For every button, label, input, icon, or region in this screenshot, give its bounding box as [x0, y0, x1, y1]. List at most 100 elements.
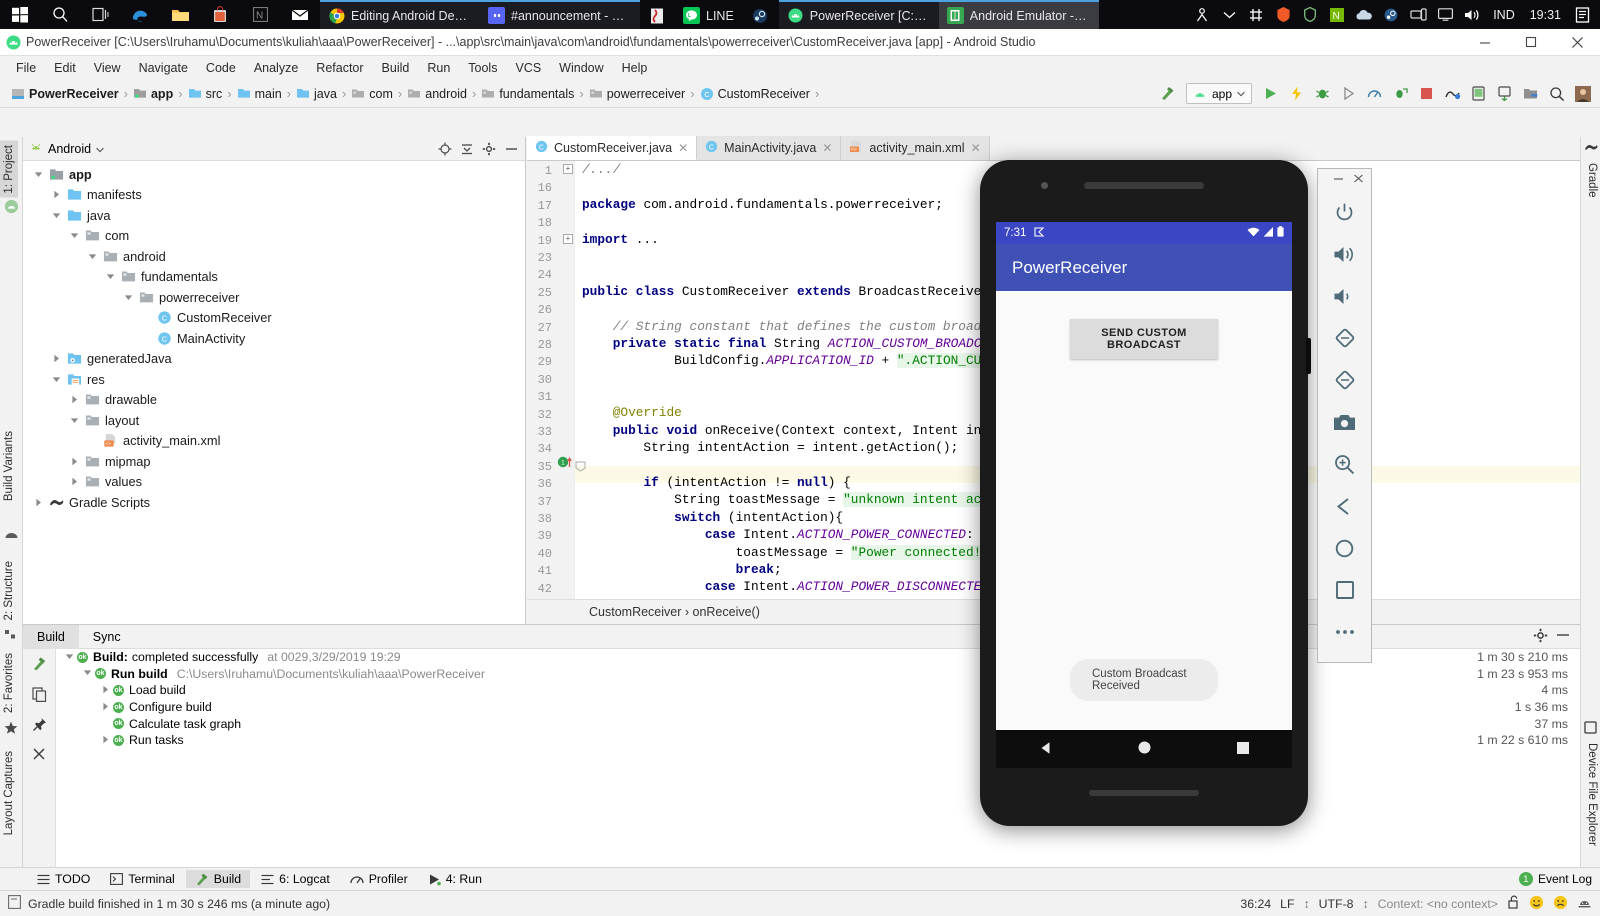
tree-node-manifests[interactable]: manifests — [23, 185, 525, 206]
tool-button-todo[interactable]: TODO — [28, 870, 99, 888]
menu-navigate[interactable]: Navigate — [131, 58, 196, 78]
recents-square-icon[interactable] — [1236, 741, 1250, 758]
chevron-right-icon[interactable] — [100, 735, 110, 746]
tool-button-layout-captures[interactable]: Layout Captures — [0, 747, 18, 839]
store-icon[interactable] — [200, 0, 240, 29]
menu-code[interactable]: Code — [198, 58, 244, 78]
more-icon[interactable] — [1317, 611, 1372, 653]
line-separator[interactable]: LF — [1280, 897, 1294, 911]
overview-icon[interactable] — [1317, 569, 1372, 611]
menu-vcs[interactable]: VCS — [507, 58, 549, 78]
build-output-row[interactable]: ok Calculate task graph 37 ms — [56, 715, 1580, 732]
tree-node-java[interactable]: java — [23, 205, 525, 226]
lock-open-icon[interactable] — [1507, 895, 1520, 912]
run-icon[interactable] — [1259, 82, 1282, 105]
chevron-right-icon[interactable] — [100, 702, 110, 713]
back-icon[interactable] — [1317, 485, 1372, 527]
menu-help[interactable]: Help — [614, 58, 656, 78]
breadcrumb-main[interactable]: main — [234, 86, 285, 102]
taskbar-item-android-studio[interactable]: PowerReceiver [C:\U… — [778, 0, 939, 29]
tool-button-structure[interactable]: 2: Structure — [0, 557, 18, 624]
tool-button-build-variants[interactable]: Build Variants — [0, 427, 18, 505]
tree-node-customreceiver[interactable]: C CustomReceiver — [23, 308, 525, 329]
start-menu-button[interactable] — [0, 0, 40, 29]
avast-icon[interactable] — [1271, 0, 1295, 29]
breadcrumb-app[interactable]: app — [130, 86, 176, 102]
settings-icon[interactable] — [479, 139, 499, 159]
context-indicator[interactable]: Context: <no context> — [1378, 897, 1498, 911]
chevron-down-icon[interactable] — [64, 652, 74, 663]
maximize-button[interactable] — [1508, 29, 1554, 56]
close-button[interactable] — [1554, 29, 1600, 56]
tree-node-layout[interactable]: layout — [23, 410, 525, 431]
breadcrumb-android[interactable]: android — [404, 86, 470, 102]
volume-up-icon[interactable] — [1317, 233, 1372, 275]
close-icon[interactable]: ✕ — [678, 141, 688, 155]
emulator-screen[interactable]: 7:31 PowerReceiver SEND CUSTOM BROADCAST… — [996, 222, 1292, 730]
tool-button-logcat[interactable]: 6: Logcat — [252, 870, 339, 888]
tool-button-build[interactable]: Build — [185, 870, 251, 888]
tree-node-drawable[interactable]: drawable — [23, 390, 525, 411]
menu-window[interactable]: Window — [551, 58, 611, 78]
tree-node-app[interactable]: app — [23, 164, 525, 185]
menu-edit[interactable]: Edit — [46, 58, 84, 78]
copy-icon[interactable] — [31, 687, 47, 705]
power-button[interactable] — [1306, 338, 1311, 374]
chevron-down-icon[interactable] — [87, 251, 98, 262]
menu-tools[interactable]: Tools — [460, 58, 505, 78]
hide-icon[interactable] — [1556, 628, 1570, 646]
chevron-up-icon[interactable] — [1217, 0, 1241, 29]
line-separator-chevron-icon[interactable]: ↕ — [1304, 897, 1310, 911]
menu-file[interactable]: File — [8, 58, 44, 78]
send-custom-broadcast-button[interactable]: SEND CUSTOM BROADCAST — [1070, 319, 1218, 359]
menu-build[interactable]: Build — [374, 58, 418, 78]
tab-mainactivity-java[interactable]: C MainActivity.java ✕ — [697, 136, 842, 160]
rotate-right-icon[interactable] — [1317, 359, 1372, 401]
tab-build[interactable]: Build — [23, 624, 79, 649]
project-structure-icon[interactable] — [1519, 82, 1542, 105]
tab-customreceiver-java[interactable]: C CustomReceiver.java ✕ — [527, 136, 698, 160]
taskbar-item-emulator[interactable]: Android Emulator - … — [938, 0, 1099, 29]
people-icon[interactable] — [1190, 0, 1214, 29]
android-face-icon[interactable] — [1577, 895, 1592, 913]
sync-gradle-icon[interactable] — [1441, 82, 1464, 105]
run-with-coverage-icon[interactable] — [1337, 82, 1360, 105]
home-circle-icon[interactable] — [1137, 740, 1152, 758]
breadcrumb-com[interactable]: com — [348, 86, 396, 102]
line-number-gutter[interactable]: 1 16 17 18 19 23 24 25 26 27 28 29 30 31 32 33 34 35 36 37 3… — [527, 161, 575, 599]
menu-analyze[interactable]: Analyze — [246, 58, 306, 78]
pin-icon[interactable] — [32, 717, 47, 735]
breadcrumb-java[interactable]: java — [293, 86, 340, 102]
tree-node-android[interactable]: android — [23, 246, 525, 267]
taskbar-item-line[interactable]: L LINE — [675, 0, 744, 29]
project-view-selector[interactable]: Android — [48, 142, 91, 156]
tree-node-res[interactable]: res — [23, 369, 525, 390]
breadcrumb-customreceiver[interactable]: C CustomReceiver — [697, 86, 813, 102]
chevron-down-icon[interactable] — [105, 271, 116, 282]
breadcrumb-fundamentals[interactable]: fundamentals — [478, 86, 577, 102]
tree-node-com[interactable]: com — [23, 226, 525, 247]
tab-sync[interactable]: Sync — [79, 625, 135, 649]
taskbar-item-chrome[interactable]: Editing Android Dev… — [320, 0, 480, 29]
zoom-icon[interactable] — [1317, 443, 1372, 485]
tree-node-activity-main-xml[interactable]: <> activity_main.xml — [23, 431, 525, 452]
display-icon[interactable] — [1433, 0, 1457, 29]
tool-button-device-file-explorer[interactable]: Device File Explorer — [1583, 739, 1600, 850]
shield-icon[interactable] — [1298, 0, 1322, 29]
build-output-row[interactable]: ok Run tasks 1 m 22 s 610 ms — [56, 732, 1580, 749]
network-icon[interactable] — [1406, 0, 1430, 29]
sad-face-icon[interactable] — [1553, 895, 1568, 913]
apply-changes-icon[interactable] — [1285, 82, 1308, 105]
debug-icon[interactable] — [1311, 82, 1334, 105]
chevron-right-icon[interactable] — [69, 476, 80, 487]
chevron-right-icon[interactable] — [51, 189, 62, 200]
run-configuration-selector[interactable]: app — [1185, 83, 1252, 104]
build-icon[interactable] — [1156, 82, 1179, 105]
tree-node-mainactivity[interactable]: C MainActivity — [23, 328, 525, 349]
tree-node-powerreceiver[interactable]: powerreceiver — [23, 287, 525, 308]
build-output-row[interactable]: ok Run build C:\Users\Iruhamu\Documents\ku… — [56, 666, 1580, 683]
profiler-icon[interactable] — [1363, 82, 1386, 105]
breadcrumb-powerreceiver[interactable]: PowerReceiver — [8, 86, 122, 102]
taskbar-item-steam[interactable] — [744, 0, 779, 29]
file-explorer-icon[interactable] — [160, 0, 200, 29]
